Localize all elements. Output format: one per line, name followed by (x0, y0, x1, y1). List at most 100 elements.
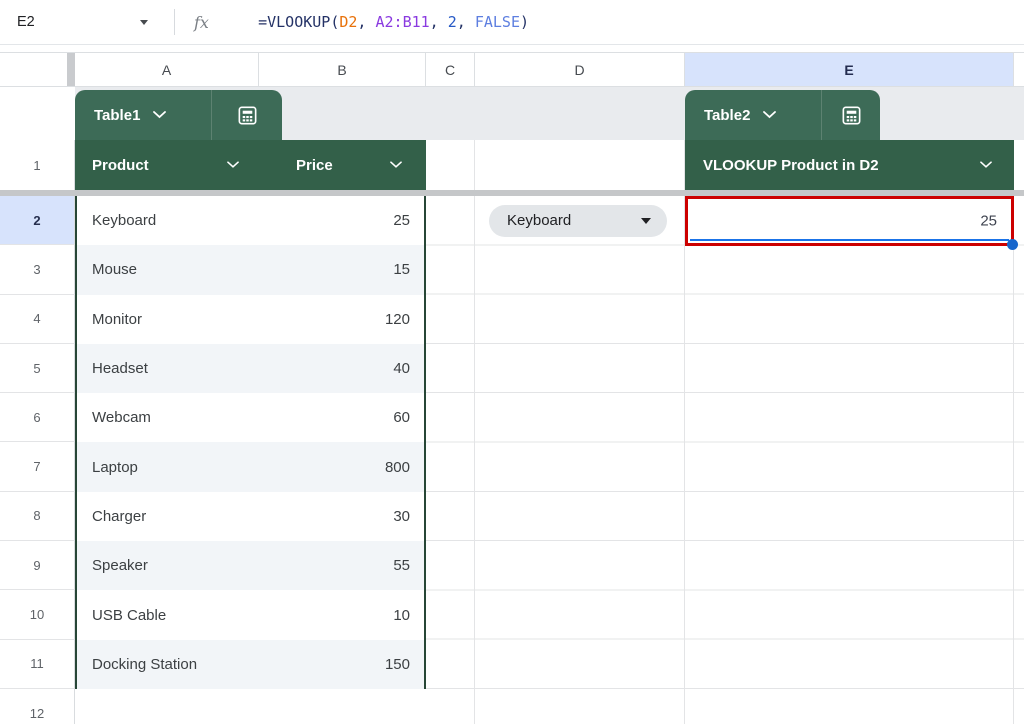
price-cell[interactable]: 30 (314, 508, 424, 525)
column-c-cells[interactable] (426, 196, 475, 724)
product-cell[interactable]: Headset (77, 360, 314, 377)
row-1: 1 Product Price VLOOKUP Product in D2 (0, 140, 1024, 190)
price-header-label: Price (296, 157, 333, 174)
price-cell[interactable]: 120 (314, 311, 424, 328)
product-cell[interactable]: Laptop (77, 459, 314, 476)
product-cell[interactable]: Speaker (77, 557, 314, 574)
d2-dropdown-chip[interactable]: Keyboard (489, 205, 667, 237)
table2-chip-label-segment[interactable]: Table2 (685, 90, 822, 140)
product-cell[interactable]: Mouse (77, 261, 314, 278)
price-cell[interactable]: 60 (314, 409, 424, 426)
row-header-column: 2 3 4 5 6 7 8 9 10 11 12 (0, 196, 75, 724)
formula-function: =VLOOKUP( (258, 13, 339, 31)
price-cell[interactable]: 150 (314, 656, 424, 673)
select-all-corner[interactable] (0, 53, 67, 86)
table-row: Laptop800 (77, 442, 424, 491)
row-header-5[interactable]: 5 (0, 344, 75, 393)
row-header-1[interactable]: 1 (0, 140, 75, 190)
product-cell[interactable]: Docking Station (77, 656, 314, 673)
price-cell[interactable]: 15 (314, 261, 424, 278)
frozen-column-handle[interactable] (67, 53, 75, 86)
table1-product-header-cell[interactable]: Product (75, 140, 259, 190)
price-cell[interactable]: 800 (314, 459, 424, 476)
row-header-4[interactable]: 4 (0, 295, 75, 344)
column-d-cells[interactable] (475, 196, 685, 724)
fill-handle[interactable] (1007, 239, 1018, 250)
table2-chip[interactable]: Table2 (685, 90, 880, 140)
chevron-down-icon[interactable] (227, 161, 239, 169)
column-f-cells[interactable] (1014, 196, 1024, 724)
column-header-c[interactable]: C (426, 53, 475, 86)
product-cell[interactable]: Charger (77, 508, 314, 525)
d2-dropdown-value: Keyboard (507, 212, 571, 229)
cell-d2[interactable]: Keyboard (475, 196, 685, 245)
row-header-8[interactable]: 8 (0, 492, 75, 541)
product-cell[interactable]: Keyboard (77, 212, 314, 229)
row-header-7[interactable]: 7 (0, 442, 75, 491)
column-header-b[interactable]: B (259, 53, 426, 86)
product-cell[interactable]: Webcam (77, 409, 314, 426)
table1-chip-table-button[interactable] (212, 90, 282, 140)
row-header-10[interactable]: 10 (0, 590, 75, 639)
formula-arg-is-sorted: FALSE (475, 13, 520, 31)
table-chip-band: Table1 Table2 (0, 87, 1024, 140)
formula-arg-index: 2 (448, 13, 457, 31)
row-header-9[interactable]: 9 (0, 541, 75, 590)
price-cell[interactable]: 40 (314, 360, 424, 377)
chevron-down-icon[interactable] (153, 111, 166, 119)
table1-chip-label: Table1 (94, 107, 140, 124)
row-header-3[interactable]: 3 (0, 245, 75, 294)
dropdown-arrow-icon[interactable] (641, 218, 651, 224)
table1-chip[interactable]: Table1 (75, 90, 282, 140)
table-row: Keyboard25 (77, 196, 424, 245)
row-header-11[interactable]: 11 (0, 640, 75, 689)
column-e-cells[interactable] (685, 196, 1014, 724)
table1-chip-label-segment[interactable]: Table1 (75, 90, 212, 140)
column-header-e-selected[interactable]: E (685, 53, 1014, 86)
column-header-d[interactable]: D (475, 53, 685, 86)
name-box-cell-reference: E2 (17, 14, 35, 30)
table-row: Headset40 (77, 344, 424, 393)
product-cell[interactable]: USB Cable (77, 607, 314, 624)
formula-bar: E2 fx =VLOOKUP(D2, A2:B11, 2, FALSE) (0, 0, 1024, 45)
selection-border (690, 239, 1009, 241)
table-row: USB Cable10 (77, 590, 424, 639)
cell-f1-partial[interactable] (1014, 140, 1024, 190)
table-row: Speaker55 (77, 541, 424, 590)
table-grid-icon (840, 104, 863, 127)
price-cell[interactable]: 10 (314, 607, 424, 624)
e2-result-value: 25 (980, 213, 997, 230)
table1-header-row: Product Price (75, 140, 426, 190)
column-header-row: A B C D E (0, 52, 1024, 87)
formula-arg-lookup: D2 (339, 13, 357, 31)
formula-input[interactable]: =VLOOKUP(D2, A2:B11, 2, FALSE) (222, 0, 529, 49)
table2-header-cell[interactable]: VLOOKUP Product in D2 (685, 140, 1014, 190)
product-header-label: Product (92, 157, 149, 174)
column-header-partial[interactable] (1014, 53, 1024, 86)
table1-price-header-cell[interactable]: Price (259, 140, 426, 190)
price-cell[interactable]: 25 (314, 212, 424, 229)
fx-icon: fx (194, 13, 209, 32)
row-header-6[interactable]: 6 (0, 393, 75, 442)
table-row: Docking Station150 (77, 640, 424, 689)
cell-e2-selected[interactable]: 25 (685, 196, 1014, 246)
row-header-2-selected[interactable]: 2 (0, 196, 75, 245)
chevron-down-icon[interactable] (390, 161, 402, 169)
product-cell[interactable]: Monitor (77, 311, 314, 328)
table2-chip-label: Table2 (704, 107, 750, 124)
formula-arg-range: A2:B11 (375, 13, 429, 31)
row-header-12[interactable]: 12 (0, 689, 75, 724)
formula-bar-divider (174, 9, 175, 35)
table-grid-icon (236, 104, 259, 127)
cell-c1[interactable] (426, 140, 475, 190)
chevron-down-icon[interactable] (980, 161, 992, 169)
chevron-down-icon[interactable] (763, 111, 776, 119)
name-box[interactable]: E2 (0, 0, 160, 44)
name-box-dropdown-icon[interactable] (140, 20, 148, 25)
table2-chip-table-button[interactable] (822, 90, 880, 140)
table-row: Charger30 (77, 492, 424, 541)
sheet-grid: 2 3 4 5 6 7 8 9 10 11 12 Keyboard25 Mous… (0, 196, 1024, 724)
price-cell[interactable]: 55 (314, 557, 424, 574)
column-header-a[interactable]: A (75, 53, 259, 86)
cell-d1[interactable] (475, 140, 685, 190)
